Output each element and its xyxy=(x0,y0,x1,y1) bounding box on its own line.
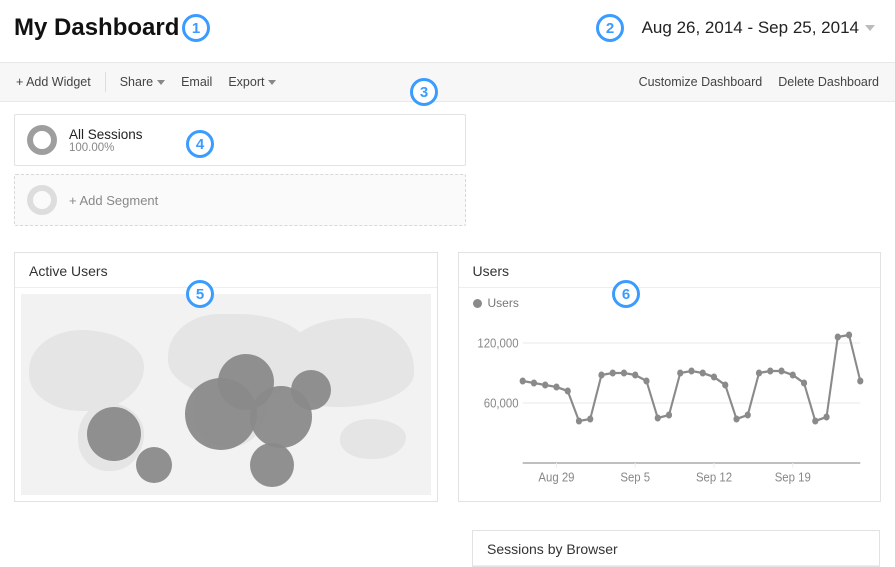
segment-title: All Sessions xyxy=(69,127,143,142)
svg-text:Aug 29: Aug 29 xyxy=(538,470,574,485)
date-range-picker[interactable]: Aug 26, 2014 - Sep 25, 2014 xyxy=(636,14,881,42)
page-title: My Dashboard xyxy=(14,14,179,42)
email-button[interactable]: Email xyxy=(179,71,214,93)
customize-dashboard-button[interactable]: Customize Dashboard xyxy=(637,71,765,93)
add-segment-button[interactable]: + Add Segment xyxy=(14,174,466,226)
chevron-down-icon xyxy=(157,80,165,85)
svg-text:Sep 19: Sep 19 xyxy=(774,470,810,485)
delete-dashboard-button[interactable]: Delete Dashboard xyxy=(776,71,881,93)
map-bubble[interactable] xyxy=(250,443,294,487)
geo-map[interactable] xyxy=(21,294,431,495)
chevron-down-icon xyxy=(865,25,875,31)
svg-text:120,000: 120,000 xyxy=(477,336,518,351)
segment-percentage: 100.00% xyxy=(69,142,143,154)
widget-active-users: Active Users xyxy=(14,252,438,502)
map-bubble[interactable] xyxy=(87,407,141,461)
date-range-text: Aug 26, 2014 - Sep 25, 2014 xyxy=(642,18,859,38)
chevron-down-icon xyxy=(268,80,276,85)
chart-legend: Users xyxy=(473,296,867,310)
segment-panel: All Sessions 100.00% + Add Segment xyxy=(14,114,466,226)
svg-text:Sep 12: Sep 12 xyxy=(695,470,731,485)
legend-dot-icon xyxy=(473,299,482,308)
segment-text: All Sessions 100.00% xyxy=(69,127,143,154)
toolbar: + Add Widget Share Email Export Customiz… xyxy=(0,62,895,102)
widget-title: Sessions by Browser xyxy=(473,531,879,566)
toolbar-right: Customize Dashboard Delete Dashboard xyxy=(637,71,881,93)
map-bubble[interactable] xyxy=(136,447,172,483)
line-chart-svg: 120,000 60,000 Aug 29 Sep 5 Sep 12 Sep 19 xyxy=(473,316,867,491)
add-segment-label: + Add Segment xyxy=(69,193,158,208)
separator xyxy=(105,72,106,92)
add-widget-button[interactable]: + Add Widget xyxy=(14,71,93,93)
users-chart[interactable]: Users 120,000 60,000 Aug 29 Sep 5 Sep 12 Sep … xyxy=(459,288,881,501)
segment-ring-icon xyxy=(27,185,57,215)
widget-users: Users Users 120,000 60,000 Aug 29 Sep 5 Sep … xyxy=(458,252,882,502)
widget-title: Users xyxy=(459,253,881,288)
segment-all-sessions[interactable]: All Sessions 100.00% xyxy=(14,114,466,166)
legend-label: Users xyxy=(488,296,519,310)
export-button[interactable]: Export xyxy=(226,71,278,93)
segment-ring-icon xyxy=(27,125,57,155)
widget-title: Active Users xyxy=(15,253,437,288)
widget-row: Active Users Users Users xyxy=(0,226,895,502)
chart-plot: 120,000 60,000 Aug 29 Sep 5 Sep 12 Sep 19 xyxy=(473,316,867,491)
share-button[interactable]: Share xyxy=(118,71,167,93)
widget-sessions-by-browser: Sessions by Browser xyxy=(472,530,880,567)
svg-text:60,000: 60,000 xyxy=(483,396,518,411)
svg-text:Sep 5: Sep 5 xyxy=(620,470,650,485)
toolbar-left: + Add Widget Share Email Export xyxy=(14,71,278,93)
header: My Dashboard Aug 26, 2014 - Sep 25, 2014 xyxy=(0,0,895,62)
